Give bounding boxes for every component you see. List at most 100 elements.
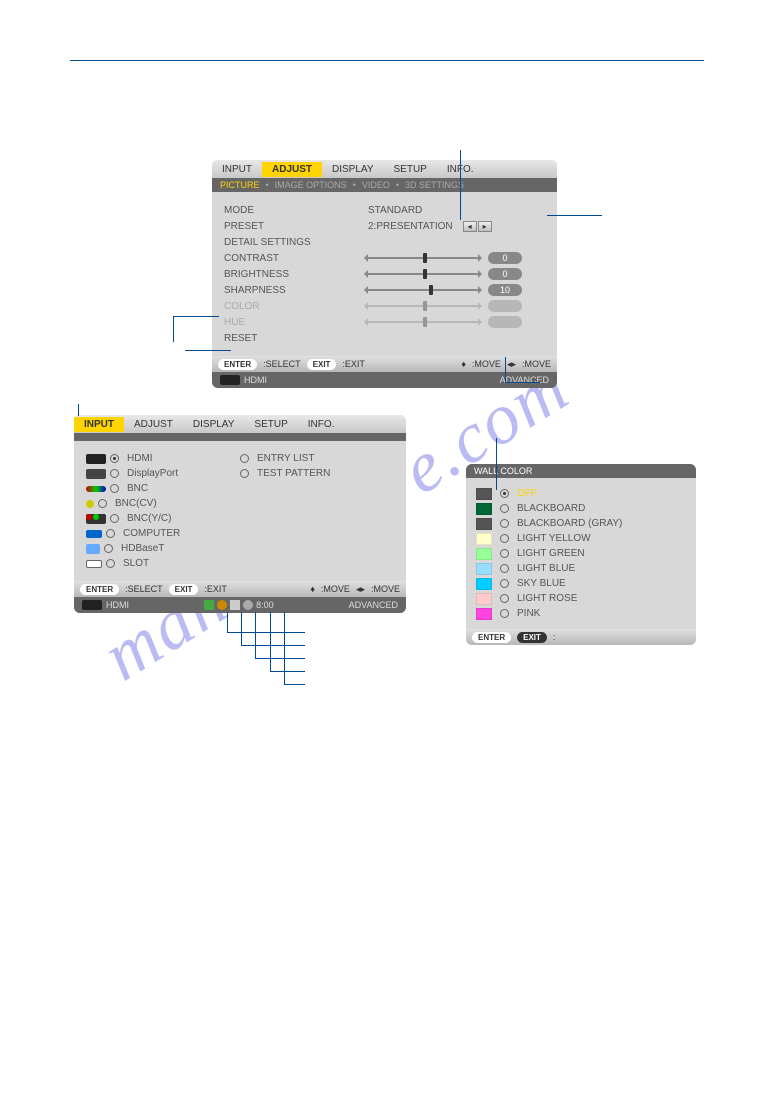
sharpness-label: SHARPNESS xyxy=(224,285,364,296)
subtab-image-options[interactable]: IMAGE OPTIONS xyxy=(275,180,347,190)
radio-icon xyxy=(110,454,119,463)
hue-slider xyxy=(368,317,478,327)
input-content: HDMI DisplayPort BNC BNC(CV) BNC(Y/C) CO… xyxy=(74,441,406,581)
tab-input[interactable]: INPUT xyxy=(74,417,124,432)
select-hint: :SELECT xyxy=(125,584,163,594)
leader-line xyxy=(547,215,602,216)
tab-adjust[interactable]: ADJUST xyxy=(262,162,322,177)
input-bnc[interactable]: BNC xyxy=(86,481,240,496)
wall-color-panel: WALL COLOR OFF BLACKBOARD BLACKBOARD (GR… xyxy=(466,464,696,645)
sharpness-value: 10 xyxy=(488,284,522,296)
hue-label: HUE xyxy=(224,317,364,328)
leader-line xyxy=(173,316,174,342)
leader-line xyxy=(505,382,540,383)
color-sky-blue[interactable]: SKY BLUE xyxy=(476,576,686,591)
bnc-cv-icon xyxy=(86,500,94,508)
adjust-panel: INPUT ADJUST DISPLAY SETUP INFO. PICTURE… xyxy=(212,160,557,388)
input-label: COMPUTER xyxy=(123,528,180,539)
input-hdbaset[interactable]: HDBaseT xyxy=(86,541,240,556)
color-label: LIGHT ROSE xyxy=(517,593,577,604)
leader-line xyxy=(496,438,497,490)
help-bar: ENTER:SELECT EXIT:EXIT ♦:MOVE ◂▸:MOVE xyxy=(74,581,406,597)
reset-label[interactable]: RESET xyxy=(224,333,364,344)
tab-display[interactable]: DISPLAY xyxy=(183,417,245,432)
color-label: LIGHT BLUE xyxy=(517,563,575,574)
detail-settings-label[interactable]: DETAIL SETTINGS xyxy=(224,237,364,248)
radio-icon xyxy=(500,504,509,513)
move-hint1: :MOVE xyxy=(321,584,350,594)
radio-icon xyxy=(240,454,249,463)
input-label: BNC(Y/C) xyxy=(127,513,171,524)
contrast-value: 0 xyxy=(488,252,522,264)
input-label: HDMI xyxy=(127,453,153,464)
input-entry-list[interactable]: ENTRY LIST xyxy=(240,451,394,466)
color-blackboard[interactable]: BLACKBOARD xyxy=(476,501,686,516)
leader-line xyxy=(227,632,305,633)
hdbaset-icon xyxy=(86,544,100,554)
contrast-slider[interactable] xyxy=(368,253,478,263)
lock-icon xyxy=(230,600,240,610)
input-displayport[interactable]: DisplayPort xyxy=(86,466,240,481)
input-bnc-cv[interactable]: BNC(CV) xyxy=(86,496,240,511)
color-label: BLACKBOARD xyxy=(517,503,585,514)
tab-setup[interactable]: SETUP xyxy=(384,162,437,177)
leader-line xyxy=(505,357,506,382)
timer-icon xyxy=(243,600,253,610)
input-label: HDBaseT xyxy=(121,543,164,554)
color-pink[interactable]: PINK xyxy=(476,606,686,621)
color-light-yellow[interactable]: LIGHT YELLOW xyxy=(476,531,686,546)
subtab-bar: PICTURE • IMAGE OPTIONS • VIDEO • 3D SET… xyxy=(212,178,557,192)
color-light-rose[interactable]: LIGHT ROSE xyxy=(476,591,686,606)
tab-setup[interactable]: SETUP xyxy=(244,417,297,432)
input-label: BNC xyxy=(127,483,148,494)
sharpness-slider[interactable] xyxy=(368,285,478,295)
input-test-pattern[interactable]: TEST PATTERN xyxy=(240,466,394,481)
radio-icon xyxy=(500,594,509,603)
input-computer[interactable]: COMPUTER xyxy=(86,526,240,541)
color-label: SKY BLUE xyxy=(517,578,566,589)
contrast-label: CONTRAST xyxy=(224,253,364,264)
input-col-left: HDMI DisplayPort BNC BNC(CV) BNC(Y/C) CO… xyxy=(86,451,240,571)
radio-icon xyxy=(106,559,115,568)
color-label: OFF xyxy=(517,488,537,499)
eco-icon xyxy=(204,600,214,610)
hdmi-icon xyxy=(86,454,106,464)
arrow-left-icon[interactable]: ◂ xyxy=(463,221,477,232)
swatch-icon xyxy=(476,533,492,545)
panel-footer: HDMI 8:00 ADVANCED xyxy=(74,597,406,613)
input-bnc-yc[interactable]: BNC(Y/C) xyxy=(86,511,240,526)
color-light-blue[interactable]: LIGHT BLUE xyxy=(476,561,686,576)
color-off[interactable]: OFF xyxy=(476,486,686,501)
color-slider xyxy=(368,301,478,311)
input-slot[interactable]: SLOT xyxy=(86,556,240,571)
tab-display[interactable]: DISPLAY xyxy=(322,162,384,177)
input-panel: INPUT ADJUST DISPLAY SETUP INFO. HDMI Di… xyxy=(74,415,406,613)
leader-line xyxy=(78,404,79,416)
brightness-slider[interactable] xyxy=(368,269,478,279)
tab-input[interactable]: INPUT xyxy=(212,162,262,177)
arrow-right-icon[interactable]: ▸ xyxy=(478,221,492,232)
subtab-3d[interactable]: 3D SETTINGS xyxy=(405,180,464,190)
tab-info[interactable]: INFO. xyxy=(298,417,345,432)
computer-icon xyxy=(86,530,102,538)
color-blackboard-gray[interactable]: BLACKBOARD (GRAY) xyxy=(476,516,686,531)
tab-adjust[interactable]: ADJUST xyxy=(124,417,183,432)
exit-key: EXIT xyxy=(307,359,337,370)
input-hdmi[interactable]: HDMI xyxy=(86,451,240,466)
preset-value[interactable]: 2:PRESENTATION xyxy=(368,221,453,232)
color-label: COLOR xyxy=(224,301,364,312)
input-label: ENTRY LIST xyxy=(257,453,314,464)
subtab-picture[interactable]: PICTURE xyxy=(220,180,260,190)
slot-icon xyxy=(86,560,102,568)
color-light-green[interactable]: LIGHT GREEN xyxy=(476,546,686,561)
swatch-icon xyxy=(476,518,492,530)
subtab-video[interactable]: VIDEO xyxy=(362,180,390,190)
hue-value xyxy=(488,316,522,328)
leader-line xyxy=(173,316,219,317)
header-rule xyxy=(70,60,704,61)
preset-arrows[interactable]: ◂▸ xyxy=(463,221,492,232)
leader-line xyxy=(241,645,305,646)
leader-line xyxy=(270,671,305,672)
swatch-icon xyxy=(476,563,492,575)
mode-value[interactable]: STANDARD xyxy=(368,205,422,216)
